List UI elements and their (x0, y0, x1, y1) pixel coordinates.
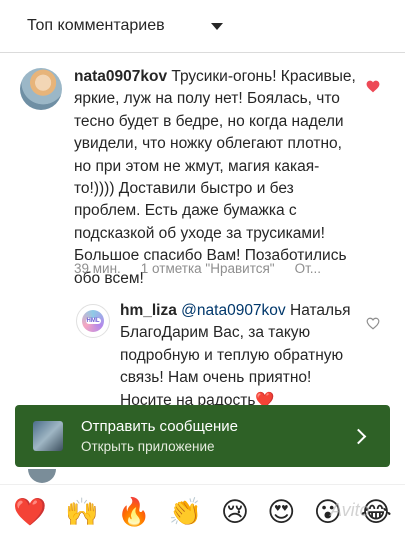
banner-thumbnail (33, 421, 63, 451)
reply-mention[interactable]: @nata0907kov (181, 302, 286, 319)
commenter-avatar[interactable] (20, 68, 62, 110)
sort-label: Топ комментариев (27, 17, 165, 34)
emoji-crying-button[interactable]: 😢 (221, 499, 249, 526)
emoji-fire-button[interactable]: 🔥 (117, 499, 151, 526)
hml-logo-icon: HML (82, 310, 104, 332)
emoji-heart-eyes-button[interactable]: 😍 (267, 499, 295, 526)
comments-sort-dropdown[interactable]: Топ комментариев (0, 0, 405, 52)
emoji-heart-button[interactable]: ❤️ (13, 499, 47, 526)
banner-text: Отправить сообщение Открыть приложение (81, 418, 353, 454)
emoji-surprised-button[interactable]: 😮 (314, 499, 342, 526)
emoji-raised-hands-button[interactable]: 🙌 (65, 499, 99, 526)
caret-down-icon (210, 22, 223, 30)
reply-body: hm_liza @nata0907kov Наталья БлагоДарим … (120, 300, 360, 412)
reply-username[interactable]: hm_liza (120, 302, 177, 319)
reply-avatar[interactable]: HML (76, 304, 110, 338)
comment-text: Трусики-огонь! Красивые, яркие, луж на п… (74, 68, 356, 287)
chevron-right-icon (350, 428, 367, 444)
next-comment-avatar (28, 469, 56, 483)
comment-username[interactable]: nata0907kov (74, 68, 167, 85)
comment-meta: 39 мин. 1 отметка "Нравится" От... (74, 261, 321, 276)
avatar-logo-text: HML (85, 318, 101, 324)
banner-subtitle: Открыть приложение (81, 439, 215, 454)
heart-outline-icon[interactable] (366, 317, 380, 330)
emoji-laughing-button[interactable]: 😂 (360, 499, 392, 526)
open-app-banner[interactable]: Отправить сообщение Открыть приложение (15, 405, 390, 467)
comment-likes-count[interactable]: 1 отметка "Нравится" (141, 261, 275, 276)
emoji-clap-button[interactable]: 👏 (169, 499, 203, 526)
heart-filled-icon[interactable] (366, 80, 380, 93)
reply-button[interactable]: От... (295, 261, 321, 276)
quick-reaction-bar: ❤️ 🙌 🔥 👏 😢 😍 😮 😂 (0, 484, 405, 540)
banner-title: Отправить сообщение (81, 418, 239, 435)
comment-time: 39 мин. (74, 261, 121, 276)
comment-body: nata0907kov Трусики-огонь! Красивые, ярк… (74, 66, 358, 290)
divider (0, 52, 405, 53)
